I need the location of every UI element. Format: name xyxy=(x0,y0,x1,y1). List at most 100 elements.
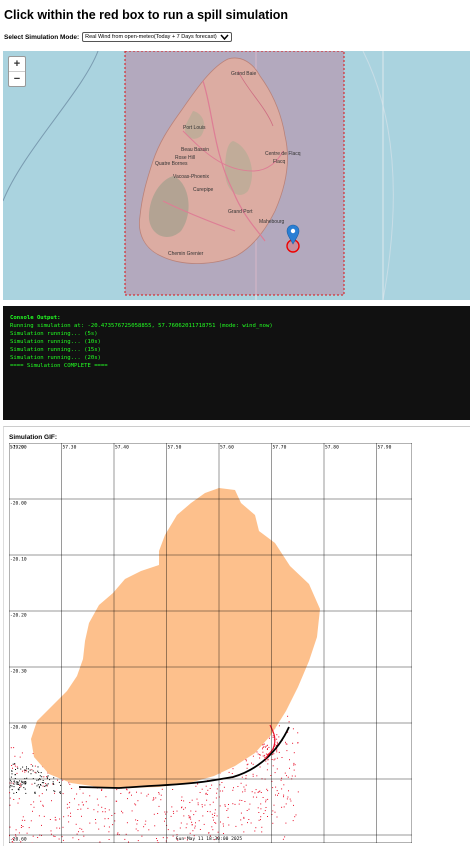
particle xyxy=(22,820,23,821)
particle xyxy=(131,795,132,796)
particle xyxy=(20,757,21,758)
particle xyxy=(60,793,61,794)
particle xyxy=(272,759,273,760)
particle xyxy=(265,761,266,762)
particle xyxy=(277,768,278,769)
particle xyxy=(12,789,13,790)
particle xyxy=(275,772,276,773)
particle xyxy=(260,755,261,756)
particle xyxy=(189,817,190,818)
particle xyxy=(239,804,240,805)
particle xyxy=(45,785,46,786)
particle xyxy=(40,801,41,802)
particle xyxy=(214,822,215,823)
particle xyxy=(241,813,242,814)
particle xyxy=(16,829,17,830)
x-tick-label: 57.30 xyxy=(63,445,77,451)
particle xyxy=(212,817,213,818)
particle xyxy=(53,781,54,782)
particle xyxy=(141,836,142,837)
particle xyxy=(251,823,252,824)
particle xyxy=(245,778,246,779)
particle xyxy=(260,819,261,820)
particle xyxy=(188,815,189,816)
particle xyxy=(260,803,261,804)
zoom-in-button[interactable]: + xyxy=(9,57,25,71)
particle xyxy=(18,803,19,804)
particle xyxy=(24,820,25,821)
particle xyxy=(148,829,149,830)
zoom-out-button[interactable]: − xyxy=(9,71,25,86)
particle xyxy=(242,791,243,792)
particle xyxy=(80,789,81,790)
particle xyxy=(18,788,19,789)
particle xyxy=(214,815,215,816)
particle xyxy=(210,788,211,789)
simulation-mode-select[interactable]: Real Wind from open-meteo(Today + 7 Days… xyxy=(82,32,232,42)
particle xyxy=(36,772,37,773)
particle xyxy=(248,819,249,820)
particle xyxy=(288,777,289,778)
particle xyxy=(254,831,255,832)
particle xyxy=(136,829,137,830)
particle xyxy=(20,769,21,770)
particle xyxy=(67,804,68,805)
particle xyxy=(232,773,233,774)
particle xyxy=(126,834,127,835)
map[interactable]: Port Louis Beau Bassin Rose Hill Vacoas-… xyxy=(3,51,470,300)
particle xyxy=(27,833,28,834)
particle xyxy=(31,773,32,774)
particle xyxy=(264,757,265,758)
particle xyxy=(272,754,273,755)
particle xyxy=(283,796,284,797)
particle xyxy=(190,819,191,820)
particle xyxy=(26,778,27,779)
particle xyxy=(155,797,156,798)
particle xyxy=(297,732,298,733)
particle xyxy=(246,785,247,786)
particle xyxy=(292,743,293,744)
particle xyxy=(190,817,191,818)
particle xyxy=(190,833,191,834)
particle xyxy=(63,793,64,794)
particle xyxy=(200,792,201,793)
particle xyxy=(68,815,69,816)
particle xyxy=(241,783,242,784)
particle xyxy=(11,765,12,766)
y-tick-label: -20.60 xyxy=(10,837,27,843)
particle xyxy=(286,750,287,751)
particle xyxy=(78,839,79,840)
particle xyxy=(249,809,250,810)
y-tick-label: -20.30 xyxy=(10,669,27,675)
particle xyxy=(89,795,90,796)
particle xyxy=(26,768,27,769)
particle xyxy=(265,801,266,802)
particle xyxy=(154,814,155,815)
particle xyxy=(164,821,165,822)
particle xyxy=(263,813,264,814)
particle xyxy=(226,810,227,811)
particle xyxy=(13,799,14,800)
particle xyxy=(47,777,48,778)
particle xyxy=(181,807,182,808)
x-tick-label: 57.80 xyxy=(325,445,339,451)
console-line: Simulation running... (15s) xyxy=(10,346,463,354)
particle xyxy=(289,721,290,722)
particle xyxy=(87,808,88,809)
console-line: Simulation running... (5s) xyxy=(10,330,463,338)
particle xyxy=(39,786,40,787)
y-tick-label: -20.00 xyxy=(10,501,27,507)
map-canvas[interactable]: Port Louis Beau Bassin Rose Hill Vacoas-… xyxy=(3,51,470,300)
particle xyxy=(219,784,220,785)
particle xyxy=(247,810,248,811)
particle xyxy=(32,784,33,785)
particle xyxy=(134,803,135,804)
particle xyxy=(283,839,284,840)
particle xyxy=(202,815,203,816)
particle xyxy=(153,800,154,801)
particle xyxy=(68,782,69,783)
particle xyxy=(204,824,205,825)
particle xyxy=(158,792,159,793)
particle xyxy=(267,763,268,764)
particle xyxy=(233,768,234,769)
